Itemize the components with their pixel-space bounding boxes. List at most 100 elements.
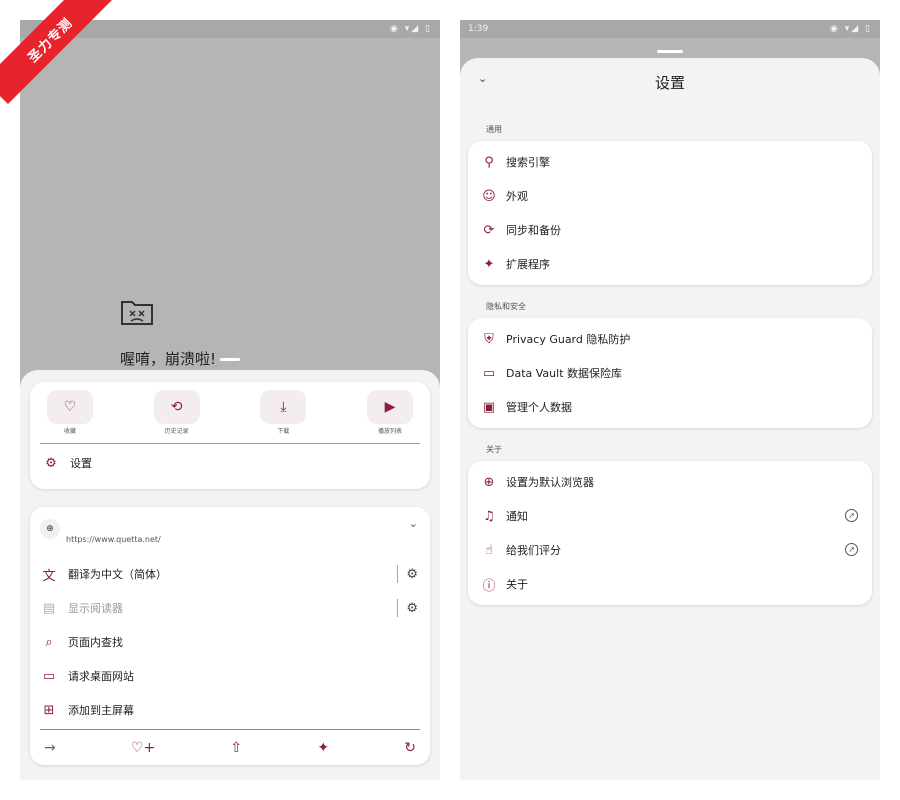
settings-item[interactable]: ⚲ 搜索引擎 (468, 145, 872, 179)
extensions-icon: ✦ (483, 256, 495, 272)
settings-item-label: 给我们评分 (506, 544, 561, 557)
settings-item[interactable]: ♫ 通知 ↗ (468, 499, 872, 533)
browser-menu-sheet: ♡ 收藏 ⟲ 历史记录 ⤓ 下载 ▶ 播放列表 ⚙ 设置 ⊕ https://www.quet… (20, 370, 440, 780)
page-actions-card: ⊕ https://www.quetta.net/ ⌄ 文翻译为中文（简体） ⚙ ▤… (30, 507, 430, 765)
page-action-item[interactable]: ▭ 请求桌面网站 (40, 659, 420, 693)
settings-item-label: 关于 (506, 578, 528, 591)
sheet-header: ⌄ 设置 (468, 58, 872, 106)
gear-icon[interactable]: ⚙ (406, 567, 418, 582)
personal-data-icon: ▣ (482, 399, 496, 415)
globe-icon: ⊕ (483, 474, 495, 490)
vault-icon: ▭ (482, 365, 496, 381)
divider (397, 565, 399, 583)
download-icon: ⤓ (260, 390, 307, 424)
sheet-drag-handle[interactable] (657, 50, 683, 53)
thumbs-up-icon: ☝ (485, 542, 493, 558)
settings-item[interactable]: ⛨ Privacy Guard 隐私防护 (468, 322, 872, 356)
page-action-settings: ⚙ (397, 565, 418, 583)
sync-icon: ⟳ (483, 222, 495, 238)
page-action-item[interactable]: ⊞ 添加到主屏幕 (40, 693, 420, 727)
settings-item[interactable]: ✦ 扩展程序 (468, 247, 872, 281)
reader-icon: ▤ (42, 600, 56, 616)
page-actions-list: 文翻译为中文（简体） ⚙ ▤ 显示阅读器 ⚙ ⌕ 页面内查找 ▭ 请求桌面网站 ⊞ 添加到主屏幕 (40, 557, 420, 727)
history-icon: ⟲ (153, 390, 200, 424)
settings-item-label: 同步和备份 (506, 224, 561, 237)
settings-section: 关于 ⊕ 设置为默认浏览器 ♫ 通知 ↗ ☝ 给我们评分 ↗ ⓘ 关于 (468, 444, 872, 605)
appearance-icon: ☺ (482, 188, 496, 204)
settings-item-label: Privacy Guard 隐私防护 (506, 333, 631, 346)
bottom-actions-bar: → ♡+ ⇧ ✦ ↻ (40, 730, 420, 766)
page-action-item[interactable]: ⌕ 页面内查找 (40, 625, 420, 659)
page-url: https://www.quetta.net/ (66, 535, 161, 544)
reload-icon[interactable]: ↻ (404, 740, 416, 756)
settings-label: 设置 (70, 457, 92, 470)
page-title: 设置 (654, 74, 685, 92)
settings-item[interactable]: ⟳ 同步和备份 (468, 213, 872, 247)
bell-icon: ♫ (483, 508, 495, 524)
page-action-label: 页面内查找 (68, 636, 123, 649)
quick-action-download[interactable]: ⤓ 下载 (253, 390, 313, 435)
gear-icon[interactable]: ⚙ (406, 601, 418, 616)
settings-item[interactable]: ⓘ 关于 (468, 567, 872, 601)
find-in-page-icon: ⌕ (45, 634, 53, 650)
playlist-icon: ▶ (366, 390, 413, 424)
forward-icon[interactable]: → (44, 740, 56, 756)
settings-item[interactable]: ▭ Data Vault 数据保险库 (468, 356, 872, 390)
settings-item[interactable]: ☺ 外观 (468, 179, 872, 213)
settings-item[interactable]: ▣ 管理个人数据 (468, 390, 872, 424)
settings-item-label: 管理个人数据 (506, 401, 572, 414)
settings-sections: 通用 ⚲ 搜索引擎 ☺ 外观 ⟳ 同步和备份 ✦ 扩展程序隐私和安全 ⛨ Privacy Guard… (468, 124, 872, 605)
settings-item-label: 设置为默认浏览器 (506, 476, 594, 489)
quick-actions-row: ♡ 收藏 ⟲ 历史记录 ⤓ 下载 ▶ 播放列表 (40, 390, 420, 435)
status-icons: ◉ ▾◢ ▯ (390, 24, 432, 34)
settings-item[interactable]: ☝ 给我们评分 ↗ (468, 533, 872, 567)
settings-menu-item[interactable]: ⚙ 设置 (40, 444, 420, 482)
status-icons: ◉ ▾◢ ▯ (830, 24, 872, 34)
share-icon[interactable]: ⇧ (230, 740, 242, 756)
site-globe-icon: ⊕ (40, 519, 60, 539)
status-bar: 1:39 ◉ ▾◢ ▯ (460, 20, 880, 38)
section-label: 关于 (486, 445, 502, 454)
quick-action-playlist[interactable]: ▶ 播放列表 (360, 390, 420, 435)
section-label: 隐私和安全 (486, 302, 526, 311)
extensions-icon[interactable]: ✦ (317, 740, 329, 756)
page-action-label: 请求桌面网站 (68, 670, 134, 683)
status-time: 1:39 (468, 24, 489, 34)
external-link-icon: ↗ (845, 509, 858, 522)
settings-item-label: 通知 (506, 510, 528, 523)
settings-section: 隐私和安全 ⛨ Privacy Guard 隐私防护 ▭ Data Vault 数据保险… (468, 301, 872, 428)
gear-icon: ⚙ (45, 455, 57, 471)
settings-item-label: 扩展程序 (506, 258, 550, 271)
crash-message: 喔唷，崩溃啦! (120, 348, 240, 369)
divider (397, 599, 399, 617)
quick-action-label: 下载 (277, 428, 290, 435)
settings-section: 通用 ⚲ 搜索引擎 ☺ 外观 ⟳ 同步和备份 ✦ 扩展程序 (468, 124, 872, 285)
settings-item[interactable]: ⊕ 设置为默认浏览器 (468, 465, 872, 499)
page-action-item[interactable]: 文翻译为中文（简体） ⚙ (40, 557, 420, 591)
right-phone-screen: 1:39 ◉ ▾◢ ▯ ⌄ 设置 通用 ⚲ 搜索引擎 ☺ 外观 ⟳ 同步和备份 ✦ 扩展程序隐私… (460, 20, 880, 780)
url-row[interactable]: ⊕ https://www.quetta.net/ ⌄ (40, 513, 420, 557)
search-icon: ⚲ (484, 154, 494, 170)
settings-item-label: 外观 (506, 190, 528, 203)
info-icon: ⓘ (482, 578, 496, 594)
settings-sheet: ⌄ 设置 通用 ⚲ 搜索引擎 ☺ 外观 ⟳ 同步和备份 ✦ 扩展程序隐私和安全 ⛨ Privacy … (460, 58, 880, 780)
translate-icon: 文 (42, 568, 56, 584)
quick-action-history[interactable]: ⟲ 历史记录 (147, 390, 207, 435)
quick-action-label: 播放列表 (377, 428, 402, 435)
heart-icon: ♡ (47, 390, 93, 424)
chevron-down-icon[interactable]: ⌄ (409, 517, 418, 530)
quick-action-label: 收藏 (63, 428, 76, 435)
quick-action-label: 历史记录 (164, 428, 189, 435)
section-label: 通用 (486, 125, 502, 134)
add-favorite-icon[interactable]: ♡+ (131, 740, 155, 756)
page-action-settings: ⚙ (397, 599, 418, 617)
page-action-label: 显示阅读器 (68, 602, 123, 615)
external-link-icon: ↗ (845, 543, 858, 556)
page-action-label: 翻译为中文（简体） (68, 568, 167, 581)
crash-folder-icon (121, 301, 153, 325)
desktop-site-icon: ▭ (42, 668, 56, 684)
add-to-home-icon: ⊞ (43, 702, 55, 718)
page-action-label: 添加到主屏幕 (68, 704, 134, 717)
quick-action-heart[interactable]: ♡ 收藏 (40, 390, 100, 435)
shield-icon: ⛨ (484, 331, 494, 347)
